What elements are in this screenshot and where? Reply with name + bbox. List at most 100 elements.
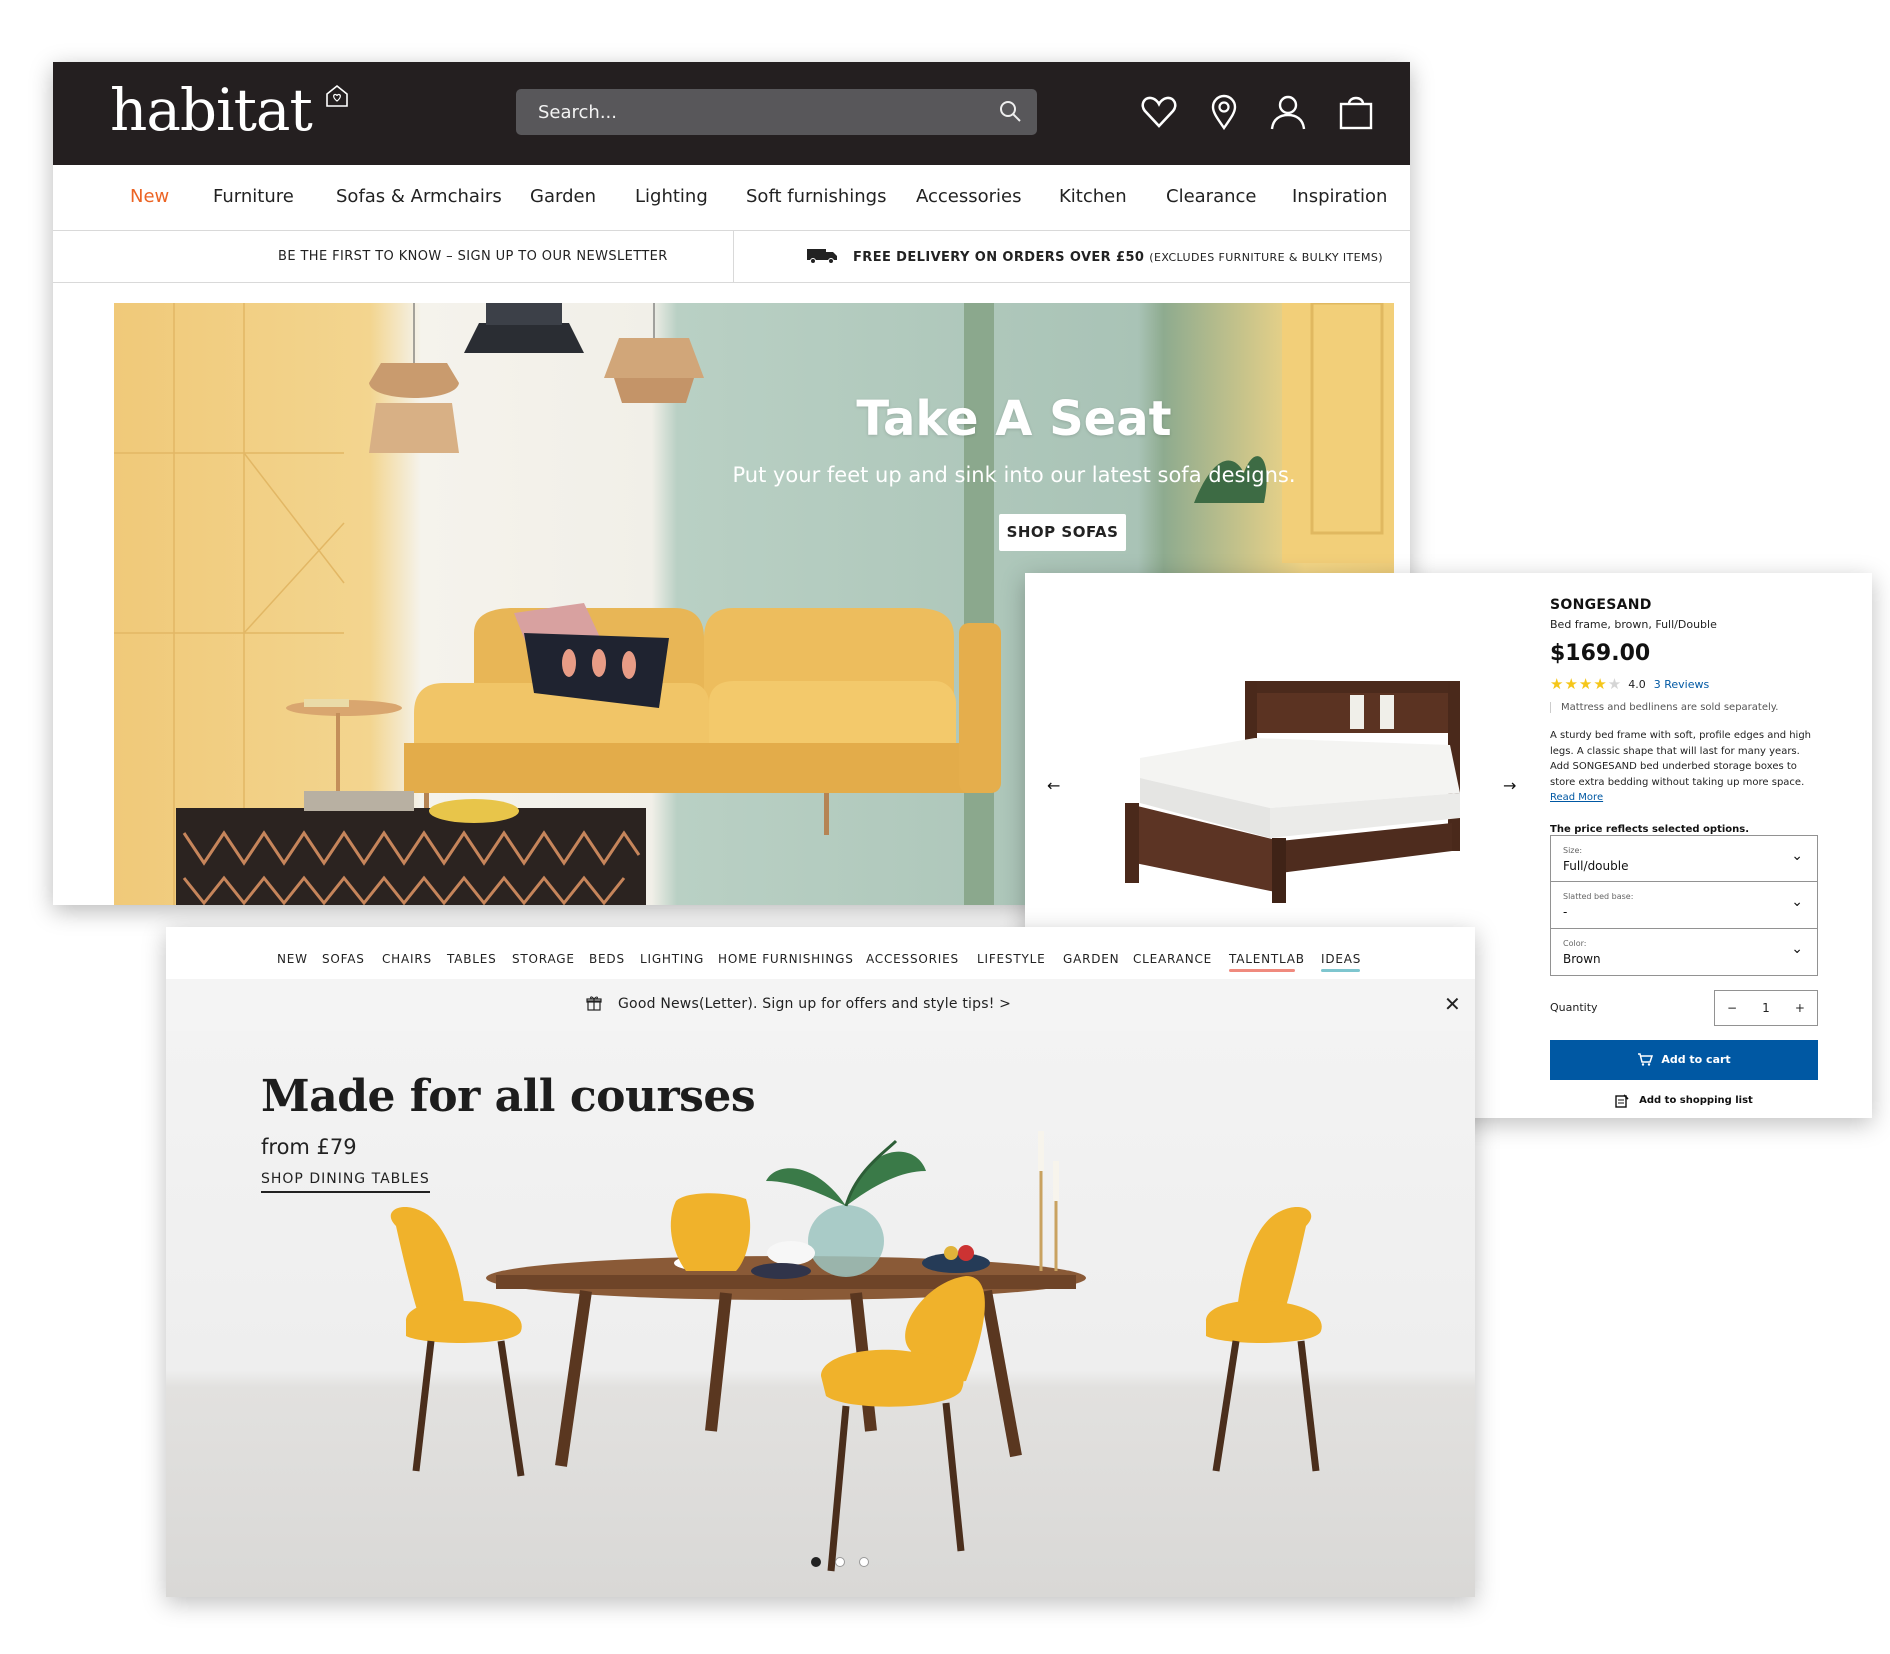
house-logo-icon <box>326 84 348 107</box>
search-bar[interactable]: Search... <box>516 89 1037 135</box>
heart-icon[interactable] <box>1140 93 1178 131</box>
add-to-cart-label: Add to cart <box>1661 1053 1731 1066</box>
prev-image-arrow-icon[interactable]: ← <box>1047 776 1060 795</box>
nav-furniture[interactable]: Furniture <box>213 186 294 207</box>
newsletter-banner[interactable]: Good News(Letter). Sign up for offers an… <box>166 979 1475 1031</box>
carousel-dot-3[interactable] <box>859 1557 869 1567</box>
nav-kitchen[interactable]: Kitchen <box>1059 186 1127 207</box>
price-reflects-note: The price reflects selected options. <box>1550 823 1750 835</box>
user-icon[interactable] <box>1269 93 1307 131</box>
add-to-shopping-list-button[interactable]: Add to shopping list <box>1550 1093 1818 1108</box>
product-body-text: A sturdy bed frame with soft, profile ed… <box>1550 728 1818 806</box>
nav-inspiration[interactable]: Inspiration <box>1292 186 1387 207</box>
nav-beds[interactable]: BEDS <box>589 952 625 966</box>
free-delivery-label: FREE DELIVERY ON ORDERS OVER £50 <box>853 250 1145 265</box>
nav-garden[interactable]: GARDEN <box>1063 952 1119 966</box>
carousel-dot-1[interactable] <box>811 1557 821 1567</box>
sold-separately-note: Mattress and bedlinens are sold separate… <box>1550 702 1818 713</box>
made-hero-banner[interactable]: Made for all courses from £79 SHOP DININ… <box>166 1031 1475 1597</box>
nav-home-furnishings[interactable]: HOME FURNISHINGS <box>718 952 854 966</box>
decrement-icon[interactable]: − <box>1727 1001 1737 1015</box>
increment-icon[interactable]: + <box>1795 1001 1805 1015</box>
bed-frame-image <box>1125 681 1460 903</box>
hero-price-from: from £79 <box>261 1135 357 1159</box>
promo-strip: BE THE FIRST TO KNOW – SIGN UP TO OUR NE… <box>53 231 1410 283</box>
chevron-down-icon: ⌄ <box>1791 940 1803 957</box>
product-price: $169.00 <box>1550 641 1651 666</box>
nav-ideas[interactable]: IDEAS <box>1321 952 1361 966</box>
color-select[interactable]: Color: Brown ⌄ <box>1550 928 1818 976</box>
nav-sofas[interactable]: SOFAS <box>322 952 365 966</box>
newsletter-signup-link[interactable]: BE THE FIRST TO KNOW – SIGN UP TO OUR NE… <box>278 249 668 264</box>
slatted-bed-base-value: - <box>1563 904 1568 919</box>
hero-subtitle: Put your feet up and sink into our lates… <box>732 463 1296 487</box>
nav-lifestyle[interactable]: LIFESTYLE <box>977 952 1045 966</box>
shopping-bag-icon[interactable] <box>1337 93 1375 131</box>
ideas-underline <box>1321 969 1360 972</box>
nav-new[interactable]: New <box>130 186 169 207</box>
product-info-panel: SONGESAND Bed frame, brown, Full/Double … <box>1550 597 1818 1108</box>
carousel-dot-2[interactable] <box>835 1557 845 1567</box>
habitat-main-nav: New Furniture Sofas & Armchairs Garden L… <box>53 165 1410 231</box>
slatted-bed-base-label: Slatted bed base: <box>1563 891 1634 901</box>
rating-score: 4.0 <box>1628 677 1646 691</box>
shop-dining-tables-link[interactable]: SHOP DINING TABLES <box>261 1171 430 1193</box>
chevron-down-icon: ⌄ <box>1791 847 1803 864</box>
nav-sofas-armchairs[interactable]: Sofas & Armchairs <box>336 186 502 207</box>
close-icon[interactable]: ✕ <box>1444 992 1461 1016</box>
talentlab-underline <box>1229 969 1295 972</box>
color-value: Brown <box>1563 951 1601 966</box>
quantity-stepper[interactable]: − 1 + <box>1714 989 1818 1026</box>
nav-new[interactable]: NEW <box>277 952 308 966</box>
nav-accessories[interactable]: ACCESSORIES <box>866 952 959 966</box>
nav-tables[interactable]: TABLES <box>447 952 497 966</box>
search-icon[interactable] <box>998 99 1022 123</box>
nav-chairs[interactable]: CHAIRS <box>382 952 432 966</box>
nav-garden[interactable]: Garden <box>530 186 596 207</box>
nav-talentlab[interactable]: TALENTLAB <box>1229 952 1305 966</box>
add-to-shopping-list-label: Add to shopping list <box>1639 1095 1753 1106</box>
hero-title: Made for all courses <box>261 1071 756 1122</box>
cart-icon <box>1638 1053 1654 1066</box>
read-more-link[interactable]: Read More <box>1550 792 1603 803</box>
add-to-cart-button[interactable]: Add to cart <box>1550 1039 1818 1080</box>
shopping-list-icon <box>1615 1093 1629 1108</box>
size-value: Full/double <box>1563 858 1629 873</box>
rating-row: ★★★★★ 4.0 3 Reviews <box>1550 675 1818 693</box>
search-placeholder: Search... <box>538 102 618 123</box>
gift-icon <box>586 996 602 1011</box>
free-delivery-note: (EXCLUDES FURNITURE & BULKY ITEMS) <box>1149 251 1383 264</box>
quantity-label: Quantity <box>1550 1000 1598 1014</box>
next-image-arrow-icon[interactable]: → <box>1503 776 1516 795</box>
hero-title: Take A Seat <box>856 391 1172 447</box>
shop-sofas-button[interactable]: SHOP SOFAS <box>999 514 1126 551</box>
product-body: A sturdy bed frame with soft, profile ed… <box>1550 730 1812 788</box>
star-rating-icon: ★★★★★ <box>1550 675 1623 693</box>
color-label: Color: <box>1563 938 1587 948</box>
chevron-down-icon: ⌄ <box>1791 893 1803 910</box>
nav-lighting[interactable]: Lighting <box>635 186 708 207</box>
carousel-dots <box>811 1557 869 1567</box>
location-pin-icon[interactable] <box>1205 93 1243 131</box>
habitat-logo[interactable]: habitat <box>110 76 313 144</box>
reviews-link[interactable]: 3 Reviews <box>1654 678 1709 691</box>
nav-clearance[interactable]: Clearance <box>1166 186 1256 207</box>
made-nav: NEW SOFAS CHAIRS TABLES STORAGE BEDS LIG… <box>166 927 1475 979</box>
newsletter-text[interactable]: Good News(Letter). Sign up for offers an… <box>618 996 1011 1012</box>
quantity-value[interactable]: 1 <box>1762 1001 1770 1015</box>
nav-clearance[interactable]: CLEARANCE <box>1133 952 1212 966</box>
nav-lighting[interactable]: LIGHTING <box>640 952 704 966</box>
nav-accessories[interactable]: Accessories <box>916 186 1022 207</box>
size-label: Size: <box>1563 845 1583 855</box>
product-name[interactable]: SONGESAND <box>1550 597 1818 613</box>
product-description: Bed frame, brown, Full/Double <box>1550 618 1717 631</box>
nav-soft-furnishings[interactable]: Soft furnishings <box>746 186 886 207</box>
slatted-bed-base-select[interactable]: Slatted bed base: - ⌄ <box>1550 881 1818 929</box>
delivery-truck-icon <box>807 249 837 264</box>
quantity-row: Quantity − 1 + <box>1550 989 1818 1028</box>
nav-storage[interactable]: STORAGE <box>512 952 575 966</box>
size-select[interactable]: Size: Full/double ⌄ <box>1550 834 1818 882</box>
free-delivery-text: FREE DELIVERY ON ORDERS OVER £50 (EXCLUD… <box>853 250 1383 265</box>
promo-divider <box>733 231 734 283</box>
made-window: NEW SOFAS CHAIRS TABLES STORAGE BEDS LIG… <box>166 927 1475 1597</box>
